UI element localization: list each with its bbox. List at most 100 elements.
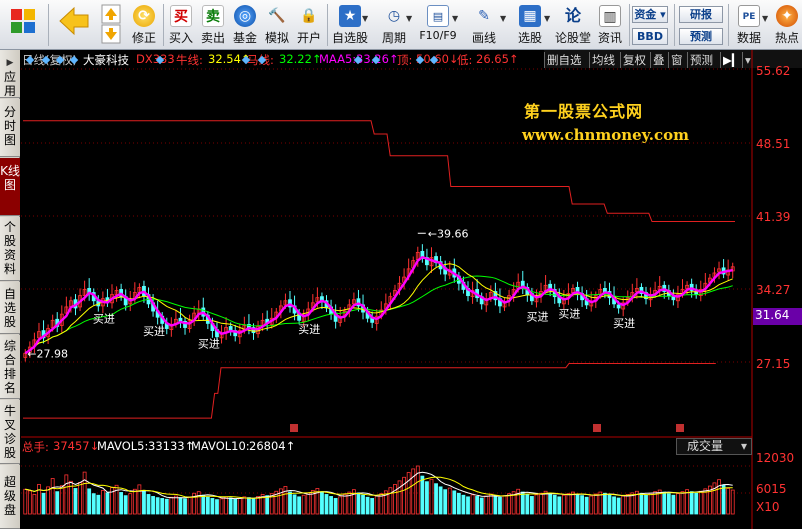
forecast-chart-button[interactable]: 预测: [687, 52, 715, 68]
f10-label: F10/F9: [419, 29, 457, 42]
adjust-button[interactable]: 复权: [620, 52, 648, 68]
draw-line-label: 画线: [471, 31, 496, 45]
capital-button[interactable]: 资金 ▾: [632, 6, 668, 23]
hotspot-button[interactable]: ✦ 热点: [772, 3, 802, 49]
volume-bar-down: [288, 491, 292, 515]
chevron-down-icon[interactable]: ▼: [406, 14, 412, 23]
chevron-down-icon[interactable]: ▾: [742, 52, 753, 68]
volume-bar-down: [91, 493, 96, 515]
volume-bar-up: [27, 490, 32, 515]
ma-button[interactable]: 均线: [589, 52, 617, 68]
volume-bar-up: [82, 471, 87, 515]
chevron-down-icon[interactable]: ▼: [500, 14, 506, 23]
candle-up: [260, 319, 265, 326]
candle-down: [434, 256, 438, 264]
buy-button[interactable]: 买 买入: [166, 3, 196, 49]
volume-bar-up: [484, 495, 489, 515]
candle-up: [726, 269, 731, 276]
candle-down: [456, 275, 461, 284]
volume-bar-down: [183, 498, 187, 515]
tab-super-board[interactable]: 超级盘: [0, 465, 20, 529]
candle-up: [703, 282, 708, 289]
overlay-button[interactable]: 叠: [650, 52, 667, 68]
volume-bar-up: [571, 491, 575, 515]
volume-bar-up: [447, 487, 452, 515]
candle-down: [164, 323, 169, 329]
candle-up: [242, 325, 247, 330]
period-button[interactable]: ◷ 周期: [374, 3, 414, 49]
volume-indicator-select[interactable]: 成交量 ▾: [676, 438, 752, 455]
candle-down: [265, 318, 270, 324]
total-volume-label: 总手:: [22, 440, 49, 454]
tab-watchlist[interactable]: 自选股: [0, 282, 20, 334]
chevron-down-icon[interactable]: ▼: [544, 14, 550, 23]
candle-up: [539, 291, 543, 297]
volume-bar-up: [242, 496, 247, 515]
volume-bar-up: [110, 487, 114, 515]
maa5-label: MAA5:: [319, 52, 357, 66]
candle-up: [59, 313, 64, 326]
f10-button[interactable]: ▤ F10/F9: [416, 3, 460, 49]
sell-button[interactable]: 卖 卖出: [198, 3, 228, 49]
volume-bar-up: [379, 493, 384, 515]
candle-up: [625, 297, 630, 303]
chevron-down-icon[interactable]: ▼: [362, 14, 368, 23]
research-report-button[interactable]: 研报: [679, 6, 723, 23]
draw-line-button[interactable]: ✎ 画线: [464, 3, 504, 49]
volume-bar-up: [703, 488, 708, 515]
horse-line-value: 32.22↑: [279, 52, 322, 66]
data-button[interactable]: PE 数据: [731, 3, 767, 49]
chevron-down-icon: ▾: [740, 439, 747, 453]
event-marker: [593, 424, 601, 432]
tab-kline[interactable]: K线图: [0, 158, 20, 216]
mavol10-value: 26804↑: [249, 439, 296, 453]
volume-bar-up: [132, 488, 137, 515]
candle-up: [187, 319, 192, 329]
volume-bar-down: [96, 494, 101, 515]
candle-up: [237, 330, 242, 338]
bbd-button[interactable]: BBD: [632, 28, 668, 45]
candle-up: [634, 288, 639, 292]
candle-down: [666, 290, 671, 297]
volume-bar-up: [351, 489, 356, 515]
forecast-button[interactable]: 预测: [679, 28, 723, 45]
candle-down: [520, 280, 525, 289]
volume-bar-up: [566, 493, 571, 515]
pin-right-icon[interactable]: ▶▎: [720, 52, 743, 68]
remove-favorite-button[interactable]: 删自选: [544, 52, 584, 68]
candle-down: [142, 285, 146, 297]
tab-apps[interactable]: ▶ 应用: [0, 50, 20, 98]
fix-button[interactable]: ⟳ 修正: [128, 3, 160, 49]
tab-intraday[interactable]: 分时图: [0, 99, 20, 157]
volume-bar-up: [539, 492, 543, 515]
candle-up: [388, 296, 393, 304]
scroll-updown[interactable]: [100, 3, 122, 49]
tab-stock-profile[interactable]: 个股资料: [0, 217, 20, 281]
candle-down: [671, 296, 676, 301]
open-account-button[interactable]: 🔒 开户: [294, 3, 324, 49]
fund-button[interactable]: ◎ 基金: [230, 3, 260, 49]
app-grid-button[interactable]: [4, 3, 42, 49]
candle-up: [46, 328, 51, 338]
chevron-down-icon[interactable]: ▼: [452, 14, 458, 23]
volume-bar-up: [283, 486, 288, 515]
volume-bar-up: [23, 488, 28, 515]
volume-bar-up: [237, 498, 242, 515]
tab-diagnosis[interactable]: 牛叉诊股: [0, 400, 20, 464]
back-button[interactable]: [54, 3, 94, 49]
toolbar-separator: [327, 4, 328, 46]
chevron-down-icon[interactable]: ▼: [762, 14, 768, 23]
forum-button[interactable]: 论 论股堂: [553, 3, 593, 49]
window-button[interactable]: 窗: [668, 52, 685, 68]
stock-picker-button[interactable]: ▦ 选股: [510, 3, 550, 49]
favorite-stocks-button[interactable]: ★ 自选股: [330, 3, 370, 49]
open-account-label: 开户: [296, 31, 321, 45]
candle-up: [447, 269, 452, 276]
news-button[interactable]: ▥ 资讯: [594, 3, 626, 49]
stock-picker-label: 选股: [517, 31, 542, 45]
candle-down: [324, 300, 329, 309]
candle-down: [361, 304, 365, 313]
tab-ranking[interactable]: 综合排名: [0, 335, 20, 399]
simulate-button[interactable]: 🔨 模拟: [262, 3, 292, 49]
candle-down: [612, 296, 616, 305]
